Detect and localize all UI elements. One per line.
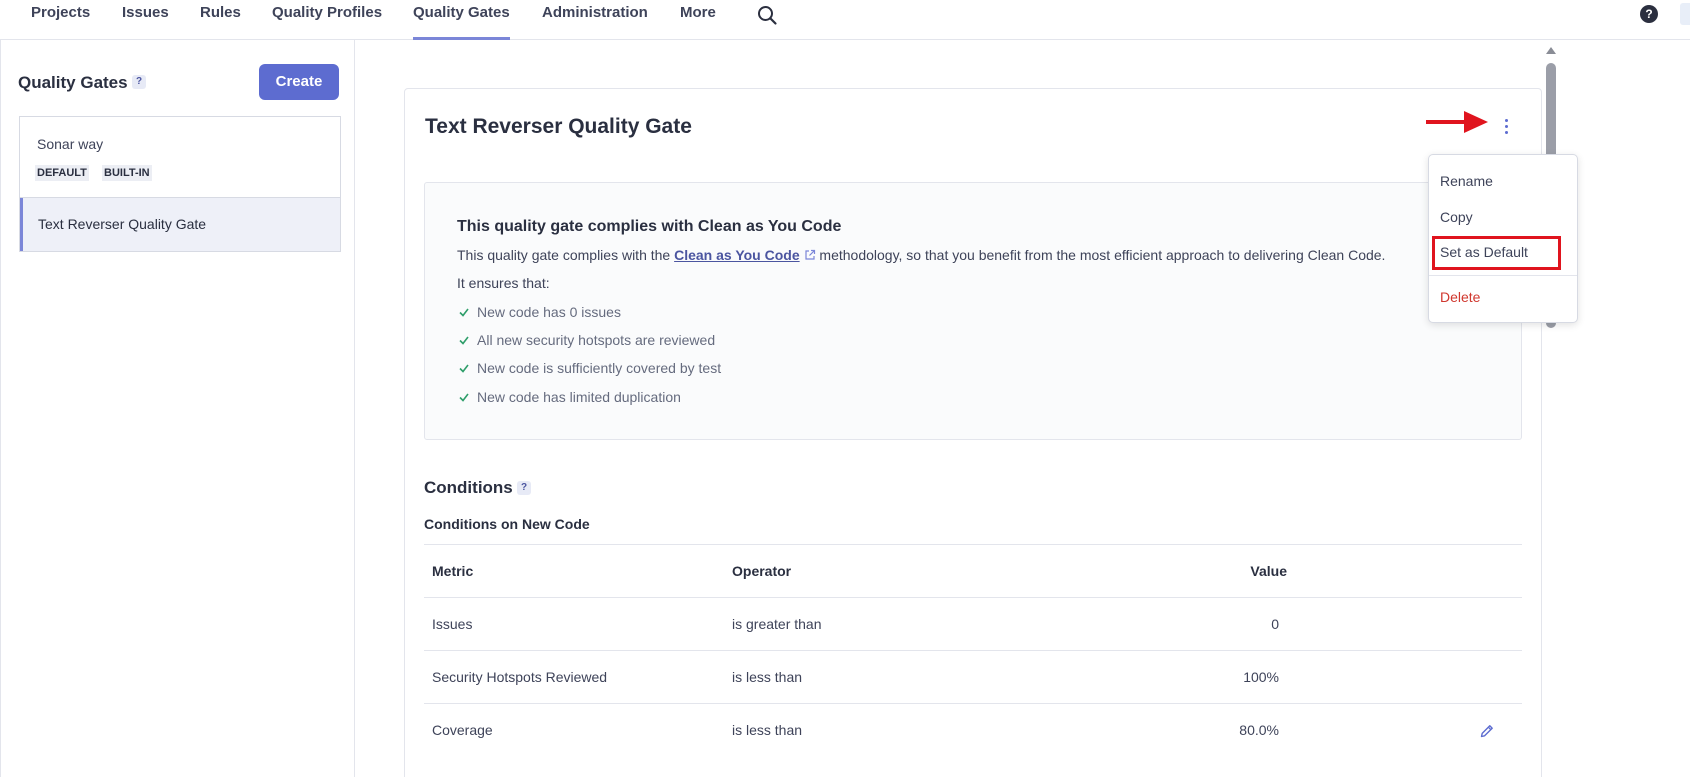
sidebar-title: Quality Gates	[18, 73, 128, 92]
help-icon[interactable]: ?	[1640, 5, 1658, 23]
check-text: New code has limited duplication	[477, 389, 681, 405]
search-icon[interactable]	[756, 4, 778, 26]
nav-more[interactable]: More	[680, 4, 716, 40]
check-icon	[459, 393, 469, 402]
check-item: New code has 0 issues	[459, 304, 621, 320]
table-row: Security Hotspots Reviewed is less than …	[424, 650, 1522, 703]
table-row: Coverage is less than 80.0%	[424, 703, 1522, 756]
operator-cell: is greater than	[732, 616, 822, 632]
help-icon[interactable]: ?	[517, 481, 531, 495]
cayc-link[interactable]: Clean as You Code	[674, 247, 800, 263]
more-actions-icon[interactable]	[1497, 113, 1517, 139]
operator-cell: is less than	[732, 722, 803, 738]
conditions-subtitle: Conditions on New Code	[424, 516, 590, 532]
help-icon[interactable]: ?	[132, 75, 146, 89]
cayc-description: This quality gate complies with the Clea…	[457, 247, 1385, 263]
metric-cell: Coverage	[432, 722, 493, 738]
nav-issues[interactable]: Issues	[122, 4, 169, 40]
check-item: All new security hotspots are reviewed	[459, 332, 715, 348]
default-badge: DEFAULT	[35, 165, 89, 181]
cayc-text-before: This quality gate complies with the	[457, 247, 675, 263]
nav-rules[interactable]: Rules	[200, 4, 241, 40]
metric-cell: Security Hotspots Reviewed	[432, 669, 608, 685]
nav-projects[interactable]: Projects	[31, 4, 90, 40]
gate-item-sonar-way[interactable]: Sonar way DEFAULT BUILT-IN	[20, 117, 340, 198]
top-navigation: Projects Issues Rules Quality Profiles Q…	[0, 0, 1690, 40]
cayc-title: This quality gate complies with Clean as…	[457, 218, 842, 235]
check-text: New code is sufficiently covered by test	[477, 360, 722, 376]
cayc-text-after: methodology, so that you benefit from th…	[815, 247, 1386, 263]
check-text: New code has 0 issues	[477, 304, 621, 320]
check-item: New code has limited duplication	[459, 389, 681, 405]
check-text: All new security hotspots are reviewed	[477, 332, 716, 348]
value-cell: 0	[1271, 616, 1279, 632]
conditions-table: Metric Operator Value Issues is greater …	[424, 544, 1522, 756]
nav-quality-profiles[interactable]: Quality Profiles	[272, 4, 382, 40]
check-icon	[459, 308, 469, 317]
quality-gate-details: Text Reverser Quality Gate This quality …	[404, 88, 1542, 777]
edit-pencil-icon[interactable]	[1479, 723, 1495, 739]
nav-quality-gates[interactable]: Quality Gates	[413, 4, 510, 40]
metric-cell: Issues	[432, 616, 473, 632]
value-cell: 80.0%	[1239, 722, 1279, 738]
check-icon	[459, 364, 469, 373]
gate-name: Sonar way	[37, 136, 104, 152]
menu-divider	[1429, 275, 1577, 276]
header-value: Value	[1250, 563, 1287, 579]
menu-item-copy[interactable]: Copy	[1440, 209, 1473, 225]
operator-cell: is less than	[732, 669, 803, 685]
header-metric: Metric	[432, 563, 474, 579]
external-link-icon	[804, 249, 815, 260]
built-in-badge: BUILT-IN	[102, 165, 152, 181]
page-title: Text Reverser Quality Gate	[425, 115, 692, 138]
gate-name: Text Reverser Quality Gate	[38, 216, 207, 232]
create-button[interactable]: Create	[259, 64, 339, 100]
scroll-up-arrow-icon[interactable]	[1545, 45, 1557, 55]
cayc-compliance-box: This quality gate complies with Clean as…	[424, 182, 1522, 440]
gate-list: Sonar way DEFAULT BUILT-IN Text Reverser…	[19, 116, 341, 252]
nav-administration[interactable]: Administration	[542, 4, 648, 40]
quality-gates-sidebar: Quality Gates ? Create Sonar way DEFAULT…	[0, 40, 355, 777]
table-row: Issues is greater than 0	[424, 597, 1522, 650]
red-arrow-annotation-icon	[1426, 111, 1488, 133]
gate-item-text-reverser[interactable]: Text Reverser Quality Gate	[20, 198, 340, 251]
table-header-row: Metric Operator Value	[424, 544, 1522, 597]
check-icon	[459, 336, 469, 345]
header-operator: Operator	[732, 563, 792, 579]
value-cell: 100%	[1243, 669, 1279, 685]
menu-item-delete[interactable]: Delete	[1440, 289, 1480, 305]
conditions-title: Conditions	[424, 478, 513, 497]
menu-item-rename[interactable]: Rename	[1440, 173, 1493, 189]
cayc-ensures: It ensures that:	[457, 275, 550, 291]
nav-edge-button[interactable]	[1680, 3, 1690, 25]
check-item: New code is sufficiently covered by test	[459, 360, 721, 376]
red-highlight-annotation	[1432, 236, 1561, 270]
